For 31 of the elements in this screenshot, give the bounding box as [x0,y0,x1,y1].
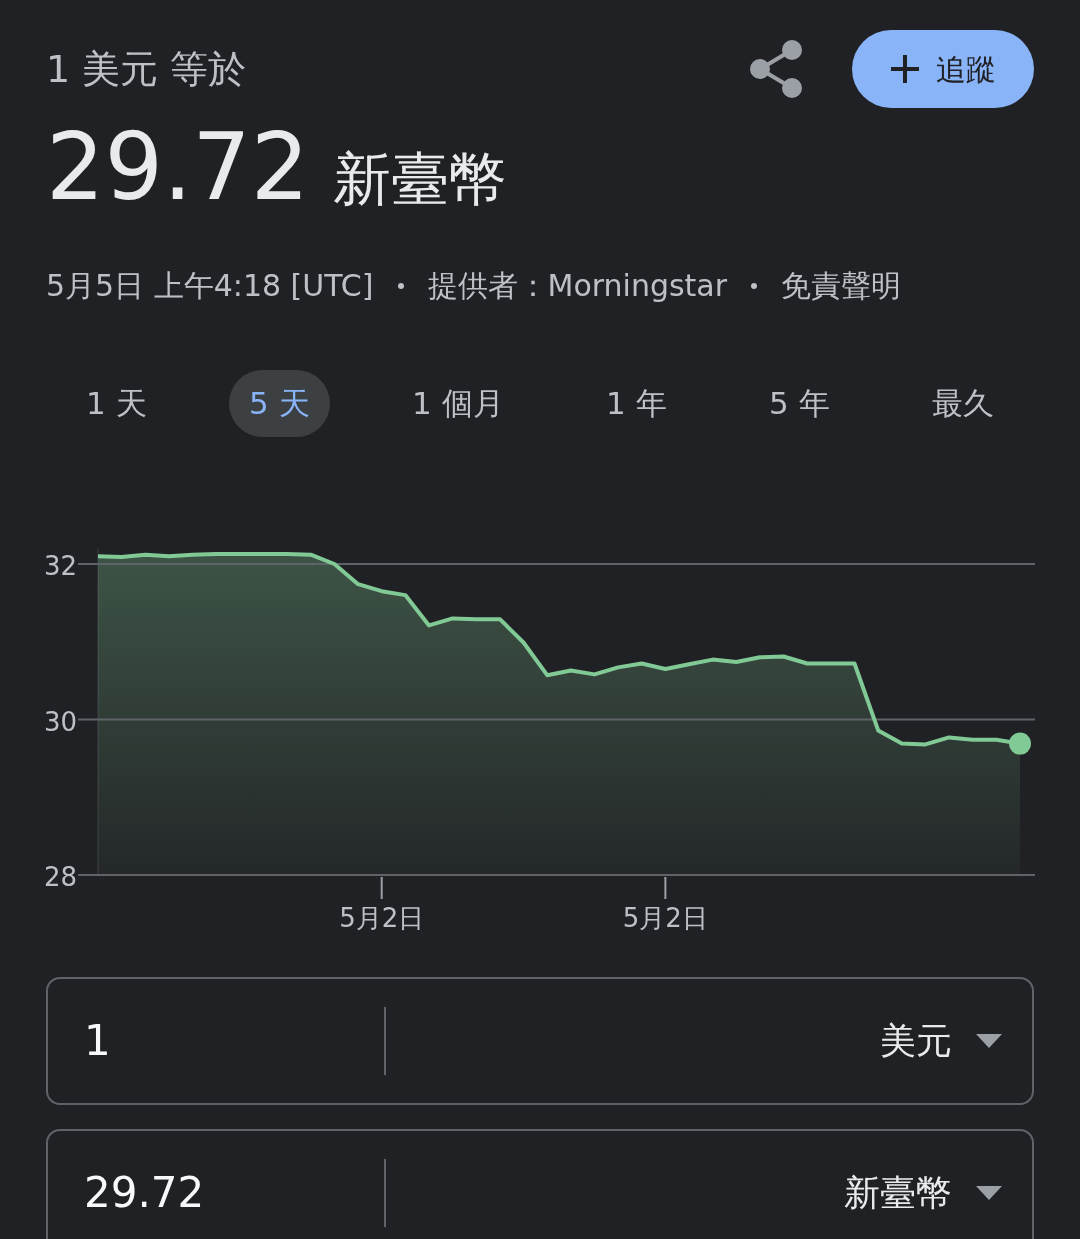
y-axis-label: 28 [44,861,78,892]
source-text: 5月5日 上午4:18 [UTC] [46,267,374,305]
range-tab[interactable]: 最久 [912,370,1014,437]
share-icon[interactable] [750,40,804,98]
currency-name: 新臺幣 [333,144,508,215]
x-axis-label: 5月2日 [622,902,708,933]
range-tab[interactable]: 5 天 [229,370,330,437]
range-tab[interactable]: 1 個月 [392,370,524,437]
separator-dot [397,282,404,289]
rate-value: 29.72 [46,122,310,214]
y-axis-label: 30 [44,706,78,736]
range-tab[interactable]: 1 年 [586,370,687,437]
tick-mark [380,875,383,900]
y-axis-label: 32 [44,550,78,581]
currency-select[interactable]: 新臺幣 [844,1165,1032,1220]
follow-button[interactable]: 追蹤 [852,30,1034,108]
current-point [1009,732,1031,755]
source-text: 提供者：Morningstar [427,267,728,305]
source-text: 免責聲明 [781,267,902,305]
plus-icon [890,54,920,84]
dropdown-caret-icon [976,1185,1002,1200]
tick-mark [664,875,667,900]
separator-dot [751,282,758,289]
range-tab[interactable]: 1 天 [66,370,167,437]
amount-field[interactable]: 29.72 [48,1160,384,1225]
amount-field[interactable]: 1 [48,1008,384,1073]
x-axis-label: 5月2日 [339,902,425,933]
conversion-label: 1 美元 等於 [46,45,247,93]
currency-select[interactable]: 美元 [880,1013,1032,1068]
range-tab[interactable]: 5 年 [749,370,850,437]
dropdown-caret-icon [976,1033,1002,1048]
